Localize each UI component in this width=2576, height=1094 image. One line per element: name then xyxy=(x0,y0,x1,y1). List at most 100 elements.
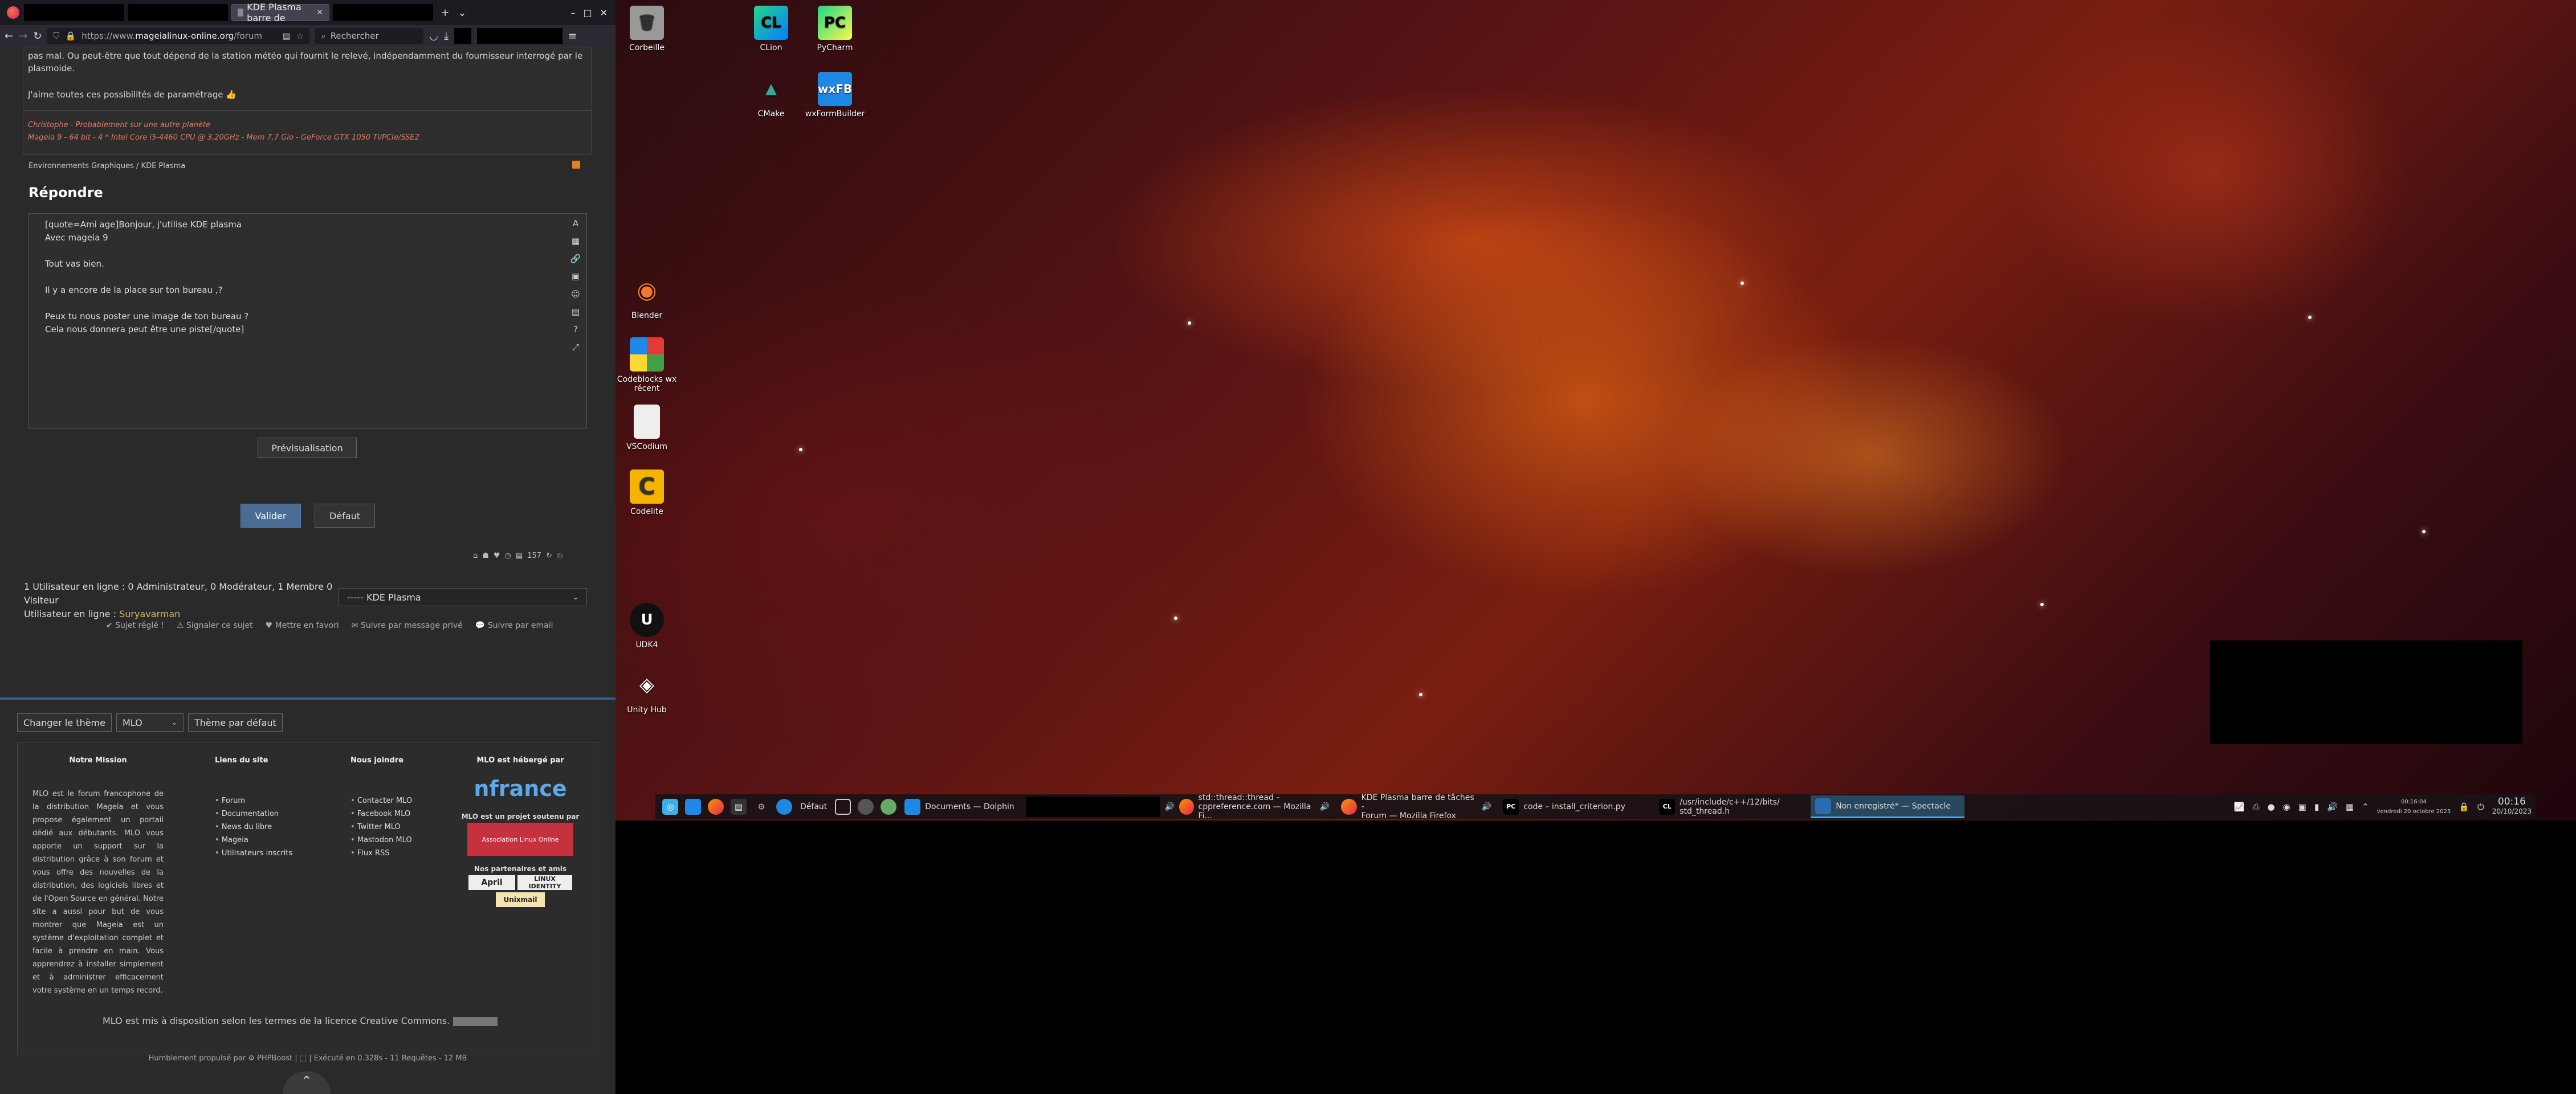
speaker-icon[interactable]: 🔊 xyxy=(1320,802,1330,811)
task-firefox-kde-forum[interactable]: KDE Plasma barre de tâches - Forum — Mozi… xyxy=(1336,793,1496,820)
back-icon[interactable]: ← xyxy=(5,30,13,42)
theme-launcher-icon[interactable] xyxy=(858,799,874,815)
action-follow-email[interactable]: 💬 Suivre par email xyxy=(475,621,553,630)
dolphin-launcher-icon[interactable] xyxy=(685,799,701,815)
creative-commons-badge[interactable] xyxy=(453,1017,498,1026)
linux-identity-logo[interactable]: LINUX IDENTITY xyxy=(517,875,572,890)
emoji-icon[interactable]: ☺ xyxy=(571,289,580,299)
battery-icon[interactable]: ▮ xyxy=(2314,802,2319,812)
discover-launcher-icon[interactable] xyxy=(776,799,792,815)
list-tabs-icon[interactable]: ⌄ xyxy=(454,7,471,19)
printer-icon[interactable]: ⎙ xyxy=(2252,802,2259,812)
steam-icon[interactable]: ● xyxy=(2267,802,2275,812)
action-follow-pm[interactable]: ✉ Suivre par message privé xyxy=(352,621,463,630)
tab-redacted-1[interactable] xyxy=(24,4,124,21)
page-icon[interactable]: ▤ xyxy=(516,552,523,560)
tab-redacted-3[interactable] xyxy=(333,4,433,21)
nfrance-logo[interactable]: nfrance xyxy=(458,776,583,801)
app-launcher-icon[interactable]: ◎ xyxy=(662,799,678,815)
maximize-icon[interactable]: □ xyxy=(583,7,592,18)
task-spectacle[interactable]: Non enregistré* — Spectacle xyxy=(1811,795,1965,818)
footer-link-mageia[interactable]: Mageia xyxy=(215,834,292,847)
reader-view-icon[interactable]: ▤ xyxy=(283,31,291,41)
refresh-icon[interactable]: ↻ xyxy=(546,552,552,560)
tab-active[interactable]: KDE Plasma barre de ✕ xyxy=(231,2,329,23)
codeblocks-desktop-icon[interactable]: Codeblocks wx récent xyxy=(616,337,678,393)
hamburger-menu-icon[interactable]: ≡ xyxy=(568,30,577,42)
network-icon[interactable]: ▦ xyxy=(2346,802,2354,812)
april-logo[interactable]: April xyxy=(468,875,515,890)
rss-icon[interactable] xyxy=(572,161,580,169)
tab-close-icon[interactable]: ✕ xyxy=(316,8,323,17)
trash-desktop-icon[interactable]: 🗑 Corbeille xyxy=(616,6,678,52)
unixmail-logo[interactable]: Unixmail xyxy=(496,892,545,907)
footer-link-news[interactable]: News du libre xyxy=(215,820,292,834)
footer-link-rss[interactable]: Flux RSS xyxy=(350,847,412,860)
footer-link-contact[interactable]: Contacter MLO xyxy=(350,794,412,807)
default-theme-button[interactable]: Thème par défaut xyxy=(188,713,283,732)
link-icon[interactable]: 🔗 xyxy=(570,254,581,264)
shield-icon[interactable]: ⛉ xyxy=(53,31,59,41)
online-user-link[interactable]: Suryavarman xyxy=(119,609,180,619)
app-launcher-icon-2[interactable] xyxy=(881,799,897,815)
downloads-icon[interactable]: ⤓ xyxy=(444,30,449,42)
task-firefox-cppreference[interactable]: std::thread::thread - cppreference.com — … xyxy=(1175,793,1334,820)
linux-online-logo[interactable]: Association Linux Online xyxy=(467,823,573,856)
action-report[interactable]: ⚠ Signaler ce sujet xyxy=(177,621,253,630)
network-graph-icon[interactable]: 📈 xyxy=(2234,802,2245,812)
activity-label[interactable]: Défaut xyxy=(800,802,827,811)
footer-link-twitter[interactable]: Twitter MLO xyxy=(350,820,412,834)
bookmark-star-icon[interactable]: ☆ xyxy=(296,31,304,41)
terminal-launcher-icon[interactable]: ▤ xyxy=(731,799,747,815)
fullscreen-icon[interactable]: ⤢ xyxy=(572,342,579,352)
change-theme-button[interactable]: Changer le thème xyxy=(17,713,112,732)
power-icon[interactable]: ⏻ xyxy=(2477,802,2484,812)
task-dolphin[interactable]: Documents — Dolphin xyxy=(900,795,1018,818)
help-icon[interactable]: ? xyxy=(573,324,578,334)
tray-clock-secondary[interactable]: 00:16:04 vendredi 20 octobre 2023 xyxy=(2377,797,2451,817)
table-icon[interactable]: ▦ xyxy=(572,236,580,246)
default-button[interactable]: Défaut xyxy=(315,504,375,528)
wxformbuilder-desktop-icon[interactable]: wxFB wxFormBuilder xyxy=(804,72,866,119)
heart-icon[interactable]: ♥ xyxy=(494,552,500,560)
home-icon[interactable]: ⌂ xyxy=(473,552,478,560)
action-favorite[interactable]: ♥ Mettre en favori xyxy=(266,621,339,630)
vscodium-desktop-icon[interactable]: VSCodium xyxy=(616,405,678,451)
volume-icon[interactable]: 🔊 xyxy=(2327,802,2338,812)
submit-button[interactable]: Valider xyxy=(241,504,301,528)
contribution-icon[interactable]: ☗ xyxy=(482,552,489,560)
search-bar[interactable]: ⌕ Rechercher xyxy=(315,28,424,44)
udk4-desktop-icon[interactable]: U UDK4 xyxy=(616,603,678,650)
font-icon[interactable]: A xyxy=(573,218,578,228)
print-icon[interactable]: ⎙ xyxy=(557,552,563,560)
tab-redacted-2[interactable] xyxy=(128,4,228,21)
footer-link-facebook[interactable]: Facebook MLO xyxy=(350,807,412,820)
settings-launcher-icon[interactable]: ⚙ xyxy=(753,799,769,815)
updates-icon[interactable]: ◉ xyxy=(2283,802,2290,812)
task-clion[interactable]: CL /usr/include/c++/12/bits/std_thread.h xyxy=(1654,795,1808,818)
editor-text[interactable]: [quote=Ami age]Bonjour, j'utilise KDE pl… xyxy=(45,218,248,336)
history-icon[interactable]: ◷ xyxy=(505,552,511,560)
url-bar[interactable]: ⛉ 🔒 https://www.mageialinux-online.org/f… xyxy=(47,28,310,44)
reload-icon[interactable]: ↻ xyxy=(33,30,42,42)
close-window-icon[interactable]: ✕ xyxy=(600,7,608,18)
forward-icon[interactable]: → xyxy=(19,30,27,42)
unityhub-desktop-icon[interactable]: ◈ Unity Hub xyxy=(616,668,678,715)
footer-link-documentation[interactable]: Documentation xyxy=(215,807,292,820)
clion-desktop-icon[interactable]: CL CLion xyxy=(740,6,802,52)
footer-link-users[interactable]: Utilisateurs inscrits xyxy=(215,847,292,860)
blender-desktop-icon[interactable]: ◉ Blender xyxy=(616,274,678,320)
forum-jump-select[interactable]: ----- KDE Plasma ⌄ xyxy=(339,588,587,606)
lock-screen-icon[interactable]: 🔒 xyxy=(2459,802,2469,812)
speaker-icon[interactable]: 🔊 xyxy=(1482,802,1491,811)
cmake-desktop-icon[interactable]: ▲ CMake xyxy=(740,72,802,119)
breadcrumb[interactable]: Environnements Graphiques / KDE Plasma xyxy=(28,162,185,170)
codelite-desktop-icon[interactable]: C Codelite xyxy=(616,470,678,516)
image-icon[interactable]: ▣ xyxy=(572,271,580,281)
footer-link-mastodon[interactable]: Mastodon MLO xyxy=(350,834,412,847)
pocket-icon[interactable]: ◡ xyxy=(429,30,438,42)
document-icon[interactable]: ▤ xyxy=(572,307,580,317)
reply-editor[interactable]: [quote=Ami age]Bonjour, j'utilise KDE pl… xyxy=(28,213,587,428)
minimize-icon[interactable]: – xyxy=(570,7,575,18)
speaker-icon[interactable]: 🔊 xyxy=(1165,802,1175,811)
